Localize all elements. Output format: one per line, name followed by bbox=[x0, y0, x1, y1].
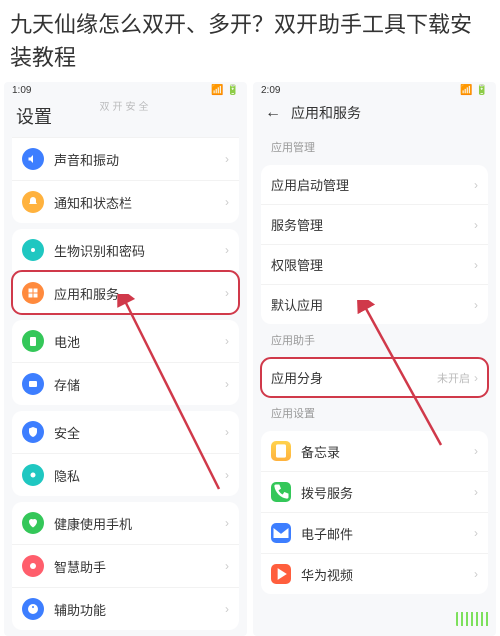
item-smart[interactable]: 智慧助手 › bbox=[12, 544, 239, 587]
chevron-icon: › bbox=[474, 567, 478, 581]
label: 默认应用 bbox=[271, 295, 474, 314]
chevron-icon: › bbox=[225, 377, 229, 391]
label: 应用分身 bbox=[271, 368, 437, 387]
item-service[interactable]: 服务管理 › bbox=[261, 204, 488, 244]
chevron-icon: › bbox=[474, 178, 478, 192]
item-security[interactable]: 安全 › bbox=[12, 411, 239, 453]
label: 隐私 bbox=[54, 466, 225, 485]
label: 应用启动管理 bbox=[271, 175, 474, 194]
status-value: 未开启 bbox=[437, 370, 470, 386]
chevron-icon: › bbox=[225, 516, 229, 530]
chevron-icon: › bbox=[225, 243, 229, 257]
phone-left: 1:09 📶 🔋 设置 双开安全 声音和振动 › 通知和状态栏 › 生物识别和密… bbox=[4, 82, 247, 636]
health-icon bbox=[22, 512, 44, 534]
item-privacy[interactable]: 隐私 › bbox=[12, 453, 239, 496]
time-right: 2:09 bbox=[261, 85, 280, 96]
item-default[interactable]: 默认应用 › bbox=[261, 284, 488, 324]
label: 辅助功能 bbox=[54, 600, 225, 619]
statusbar-right: 2:09 📶 🔋 bbox=[253, 82, 496, 99]
chevron-icon: › bbox=[225, 286, 229, 300]
item-perm[interactable]: 权限管理 › bbox=[261, 244, 488, 284]
status-icons-right: 📶 🔋 bbox=[460, 85, 488, 96]
phones-row: 1:09 📶 🔋 设置 双开安全 声音和振动 › 通知和状态栏 › 生物识别和密… bbox=[0, 82, 500, 636]
label: 存储 bbox=[54, 375, 225, 394]
chevron-icon: › bbox=[474, 218, 478, 232]
item-launch[interactable]: 应用启动管理 › bbox=[261, 165, 488, 204]
sound-icon bbox=[22, 148, 44, 170]
item-dial[interactable]: 拨号服务 › bbox=[261, 471, 488, 512]
item-battery[interactable]: 电池 › bbox=[12, 320, 239, 362]
fingerprint-icon bbox=[22, 239, 44, 261]
item-sound[interactable]: 声音和振动 › bbox=[12, 137, 239, 180]
chevron-icon: › bbox=[225, 559, 229, 573]
battery-icon bbox=[22, 330, 44, 352]
chevron-icon: › bbox=[474, 371, 478, 385]
label: 电子邮件 bbox=[301, 524, 474, 543]
item-notif[interactable]: 通知和状态栏 › bbox=[12, 180, 239, 223]
label: 生物识别和密码 bbox=[54, 241, 225, 260]
back-icon[interactable]: ← bbox=[265, 104, 281, 122]
item-video[interactable]: 华为视频 › bbox=[261, 553, 488, 594]
label: 智慧助手 bbox=[54, 557, 225, 576]
label: 健康使用手机 bbox=[54, 514, 225, 533]
label: 电池 bbox=[54, 332, 225, 351]
label: 拨号服务 bbox=[301, 483, 474, 502]
item-memo[interactable]: 备忘录 › bbox=[261, 431, 488, 471]
section-helper: 应用助手 bbox=[253, 324, 496, 352]
overlay-tag: 双开安全 bbox=[100, 98, 152, 113]
label: 应用和服务 bbox=[54, 284, 225, 303]
section-mgmt: 应用管理 bbox=[253, 131, 496, 159]
bell-icon bbox=[22, 191, 44, 213]
chevron-icon: › bbox=[225, 602, 229, 616]
item-health[interactable]: 健康使用手机 › bbox=[12, 502, 239, 544]
chevron-icon: › bbox=[225, 195, 229, 209]
phone-icon bbox=[271, 482, 291, 502]
label: 服务管理 bbox=[271, 215, 474, 234]
label: 权限管理 bbox=[271, 255, 474, 274]
email-icon bbox=[271, 523, 291, 543]
chevron-icon: › bbox=[474, 526, 478, 540]
phone-right: 2:09 📶 🔋 ← 应用和服务 应用管理 应用启动管理 › 服务管理 › 权限… bbox=[253, 82, 496, 636]
item-apps[interactable]: 应用和服务 › bbox=[12, 271, 239, 314]
chevron-icon: › bbox=[474, 485, 478, 499]
smart-icon bbox=[22, 555, 44, 577]
apps-icon bbox=[22, 282, 44, 304]
privacy-icon bbox=[22, 464, 44, 486]
storage-icon bbox=[22, 373, 44, 395]
label: 华为视频 bbox=[301, 565, 474, 584]
video-icon bbox=[271, 564, 291, 584]
chevron-icon: › bbox=[474, 298, 478, 312]
chevron-icon: › bbox=[225, 468, 229, 482]
chevron-icon: › bbox=[225, 152, 229, 166]
apps-header: ← 应用和服务 bbox=[253, 99, 496, 131]
chevron-icon: › bbox=[474, 444, 478, 458]
item-assist[interactable]: 辅助功能 › bbox=[12, 587, 239, 630]
item-storage[interactable]: 存储 › bbox=[12, 362, 239, 405]
header-label: 应用和服务 bbox=[291, 103, 361, 123]
assist-icon bbox=[22, 598, 44, 620]
memo-icon bbox=[271, 441, 291, 461]
chevron-icon: › bbox=[225, 334, 229, 348]
time-left: 1:09 bbox=[12, 85, 31, 96]
section-settings: 应用设置 bbox=[253, 397, 496, 425]
watermark bbox=[456, 612, 490, 626]
page-title: 九天仙缘怎么双开、多开？双开助手工具下载安装教程 bbox=[0, 0, 500, 82]
label: 备忘录 bbox=[301, 442, 474, 461]
shield-icon bbox=[22, 421, 44, 443]
statusbar-left: 1:09 📶 🔋 bbox=[4, 82, 247, 99]
chevron-icon: › bbox=[225, 425, 229, 439]
label: 安全 bbox=[54, 423, 225, 442]
label: 通知和状态栏 bbox=[54, 193, 225, 212]
item-clone[interactable]: 应用分身 未开启 › bbox=[261, 358, 488, 397]
label: 声音和振动 bbox=[54, 150, 225, 169]
status-icons-left: 📶 🔋 bbox=[211, 85, 239, 96]
item-email[interactable]: 电子邮件 › bbox=[261, 512, 488, 553]
item-bio[interactable]: 生物识别和密码 › bbox=[12, 229, 239, 271]
chevron-icon: › bbox=[474, 258, 478, 272]
